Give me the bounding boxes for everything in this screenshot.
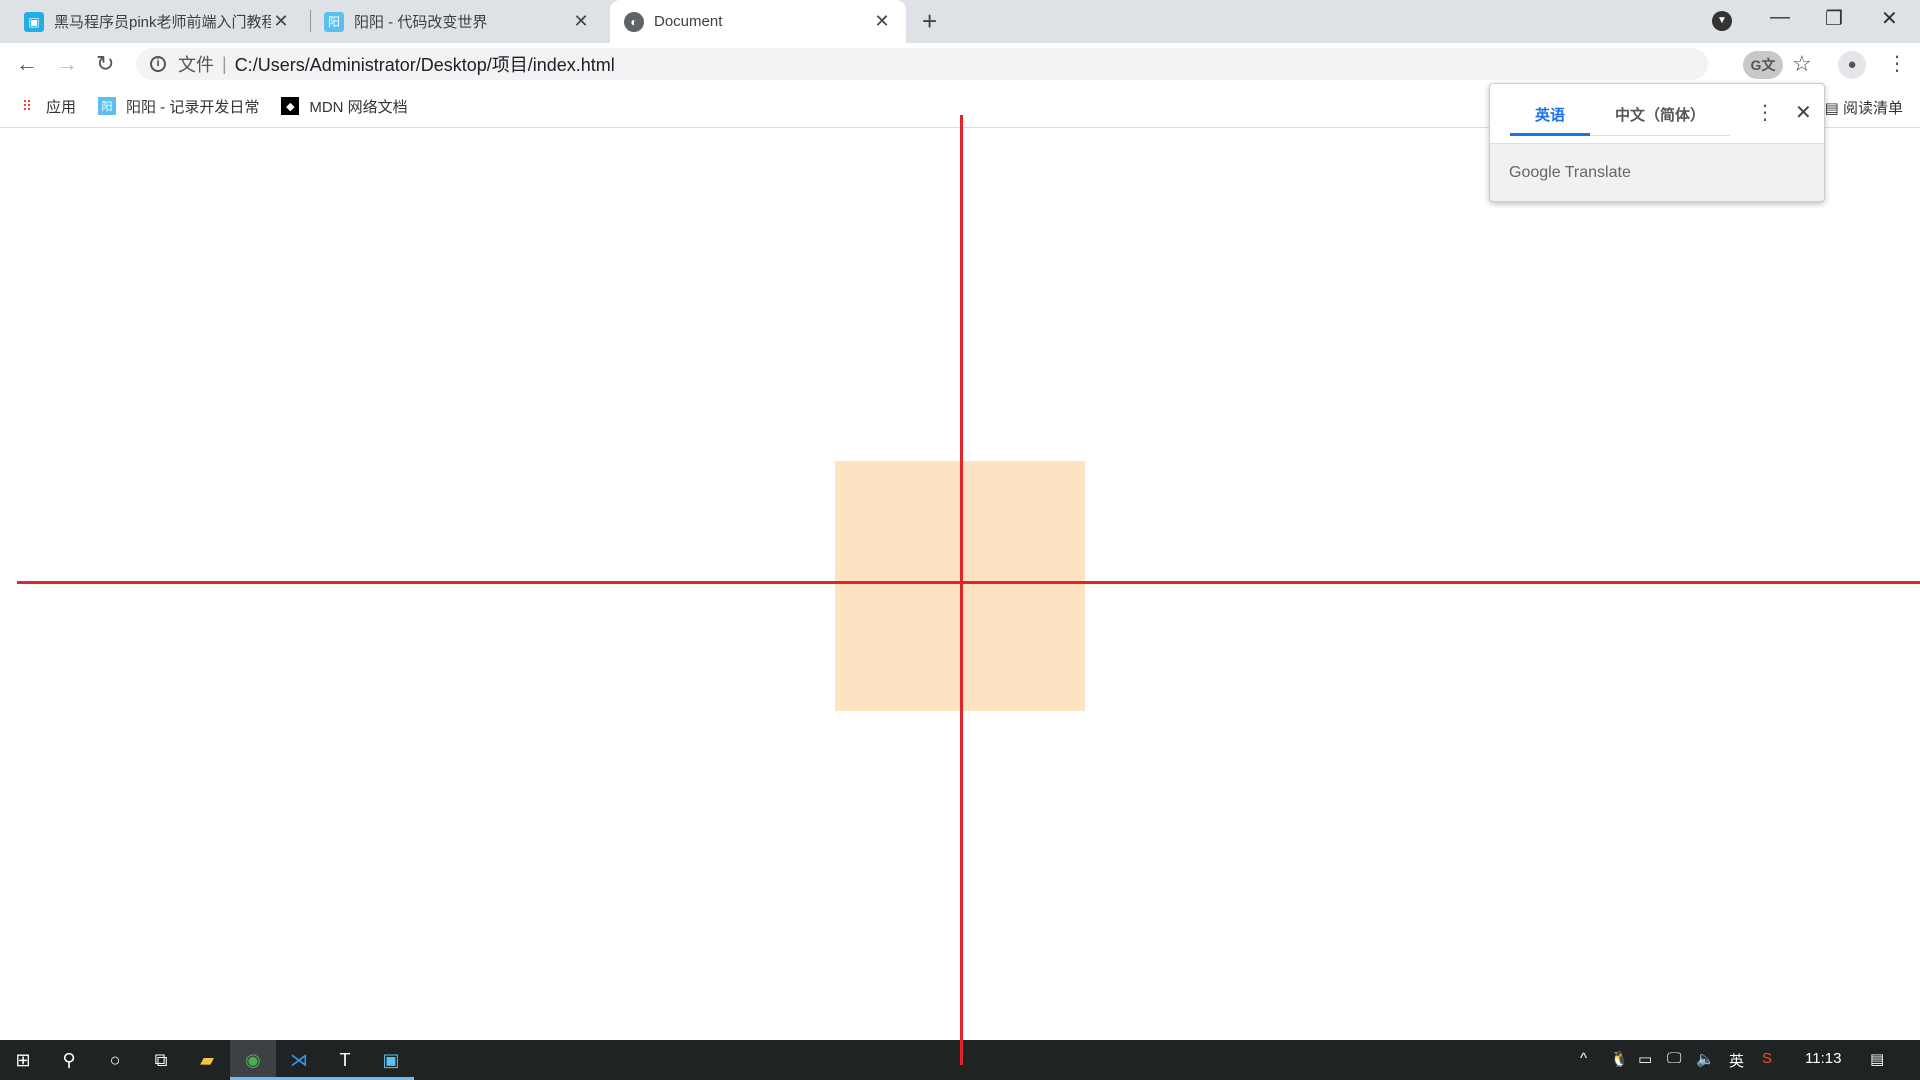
- tab-document[interactable]: ◐ Document ✕: [610, 0, 906, 43]
- horizontal-guide-line: [17, 581, 1920, 584]
- apps-grid-icon: ⠿: [21, 97, 33, 114]
- search-icon[interactable]: ⚲: [46, 1040, 92, 1080]
- app-icon[interactable]: ▣: [368, 1040, 414, 1080]
- translate-footer: Google Translate: [1490, 144, 1824, 201]
- forward-icon[interactable]: →: [56, 51, 78, 77]
- volume-icon[interactable]: 🔈: [1696, 1050, 1715, 1068]
- bookmark-star-icon[interactable]: ☆: [1792, 51, 1812, 77]
- mdn-icon: ◆: [281, 97, 300, 115]
- globe-icon: ◐: [624, 11, 644, 32]
- restore-icon[interactable]: ❐: [1825, 6, 1843, 31]
- reading-list-icon: ▤: [1824, 100, 1843, 117]
- reload-icon[interactable]: ↻: [96, 51, 114, 77]
- minimize-icon[interactable]: —: [1770, 6, 1790, 29]
- translate-tab-chinese[interactable]: 中文（简体）: [1590, 104, 1730, 136]
- profile-avatar-icon[interactable]: ●: [1838, 51, 1866, 79]
- action-center-icon[interactable]: ▤: [1870, 1050, 1884, 1068]
- address-bar[interactable]: i 文件 | C:/Users/Administrator/Desktop/项目…: [136, 48, 1708, 80]
- sogou-icon[interactable]: S: [1762, 1050, 1772, 1067]
- tray-overflow-icon[interactable]: ^: [1580, 1050, 1587, 1067]
- tab-title: Document: [654, 13, 723, 30]
- divider: |: [222, 53, 227, 74]
- close-tab-icon[interactable]: ✕: [872, 11, 892, 32]
- url-text[interactable]: C:/Users/Administrator/Desktop/项目/index.…: [235, 51, 615, 77]
- close-tab-icon[interactable]: ✕: [271, 11, 291, 32]
- back-icon[interactable]: ←: [16, 51, 38, 77]
- reading-list-label: 阅读清单: [1842, 100, 1903, 117]
- bookmark-mdn[interactable]: ◆ MDN 网络文档: [281, 96, 408, 117]
- info-icon[interactable]: i: [150, 56, 166, 72]
- vertical-guide-line: [960, 115, 963, 1065]
- qq-icon[interactable]: 🐧: [1610, 1050, 1629, 1068]
- cnblogs-icon: 阳: [98, 97, 117, 115]
- task-view-icon[interactable]: ⧉: [138, 1040, 184, 1080]
- cnblogs-icon: 阳: [324, 11, 344, 32]
- new-tab-button[interactable]: +: [922, 6, 937, 37]
- bookmark-label: 应用: [46, 98, 77, 116]
- translate-tab-english[interactable]: 英语: [1510, 104, 1590, 136]
- tab-title: 黑马程序员pink老师前端入门教程: [54, 14, 271, 31]
- bookmark-yangyang[interactable]: 阳 阳阳 - 记录开发日常: [98, 96, 259, 117]
- bookmark-apps[interactable]: ⠿ 应用: [18, 96, 76, 117]
- bookmark-label: MDN 网络文档: [309, 98, 408, 116]
- tab-title: 阳阳 - 代码改变世界: [354, 14, 488, 31]
- tab-strip: ▣ 黑马程序员pink老师前端入门教程 ✕ 阳 阳阳 - 代码改变世界 ✕ ◐ …: [0, 0, 1920, 43]
- battery-icon[interactable]: ▭: [1638, 1050, 1652, 1068]
- tab-pink-course[interactable]: ▣ 黑马程序员pink老师前端入门教程 ✕: [10, 0, 305, 43]
- chrome-icon[interactable]: ◉: [230, 1040, 276, 1080]
- translate-popup: 英语 中文（简体） ⋮ ✕ Google Translate: [1489, 83, 1825, 202]
- start-icon[interactable]: ⊞: [0, 1040, 46, 1080]
- more-options-icon[interactable]: ⋮: [1755, 100, 1775, 125]
- ime-indicator[interactable]: 英: [1729, 1050, 1744, 1071]
- bookmark-label: 阳阳 - 记录开发日常: [126, 98, 260, 116]
- browser-toolbar: ← → ↻ i 文件 | C:/Users/Administrator/Desk…: [0, 43, 1920, 85]
- network-icon[interactable]: 🖵: [1667, 1050, 1681, 1067]
- translate-icon[interactable]: G文: [1743, 51, 1783, 79]
- clock[interactable]: 11:13: [1805, 1050, 1841, 1067]
- vscode-icon[interactable]: ⋊: [276, 1040, 322, 1080]
- browser-menu-icon[interactable]: ⋮: [1887, 51, 1907, 76]
- scheme-label: 文件: [178, 55, 214, 75]
- tab-yangyang[interactable]: 阳 阳阳 - 代码改变世界 ✕: [310, 0, 605, 43]
- file-explorer-icon[interactable]: ▰: [184, 1040, 230, 1080]
- close-popup-icon[interactable]: ✕: [1795, 100, 1812, 125]
- tab-search-icon[interactable]: ▼: [1712, 11, 1732, 31]
- cortana-icon[interactable]: ○: [92, 1040, 138, 1080]
- typora-icon[interactable]: T: [322, 1040, 368, 1080]
- bilibili-icon: ▣: [24, 11, 44, 32]
- close-tab-icon[interactable]: ✕: [571, 11, 591, 32]
- reading-list-button[interactable]: ▤ 阅读清单: [1825, 97, 1903, 118]
- window-close-icon[interactable]: ✕: [1881, 6, 1898, 31]
